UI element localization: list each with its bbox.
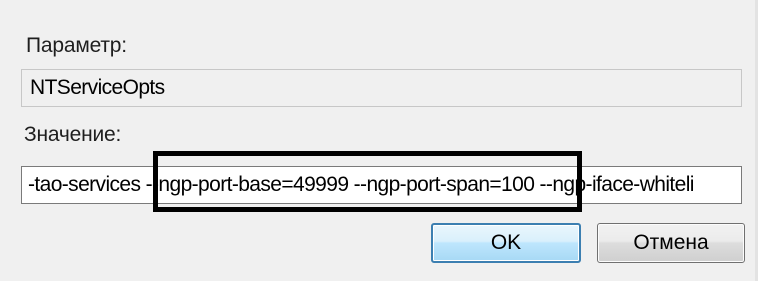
parameter-name-field[interactable]: NTServiceOpts: [21, 69, 742, 107]
edit-parameter-dialog: Параметр: NTServiceOpts Значение: -tao-s…: [0, 0, 758, 281]
cancel-button[interactable]: Отмена: [597, 223, 745, 263]
parameter-value-input[interactable]: -tao-services --ngp-port-base=49999 --ng…: [21, 166, 742, 204]
value-label: Значение:: [24, 123, 122, 146]
ok-button[interactable]: OK: [431, 223, 581, 263]
parameter-value-text: -tao-services --ngp-port-base=49999 --ng…: [28, 173, 694, 196]
parameter-label: Параметр:: [26, 34, 127, 57]
parameter-name-text: NTServiceOpts: [30, 76, 165, 99]
